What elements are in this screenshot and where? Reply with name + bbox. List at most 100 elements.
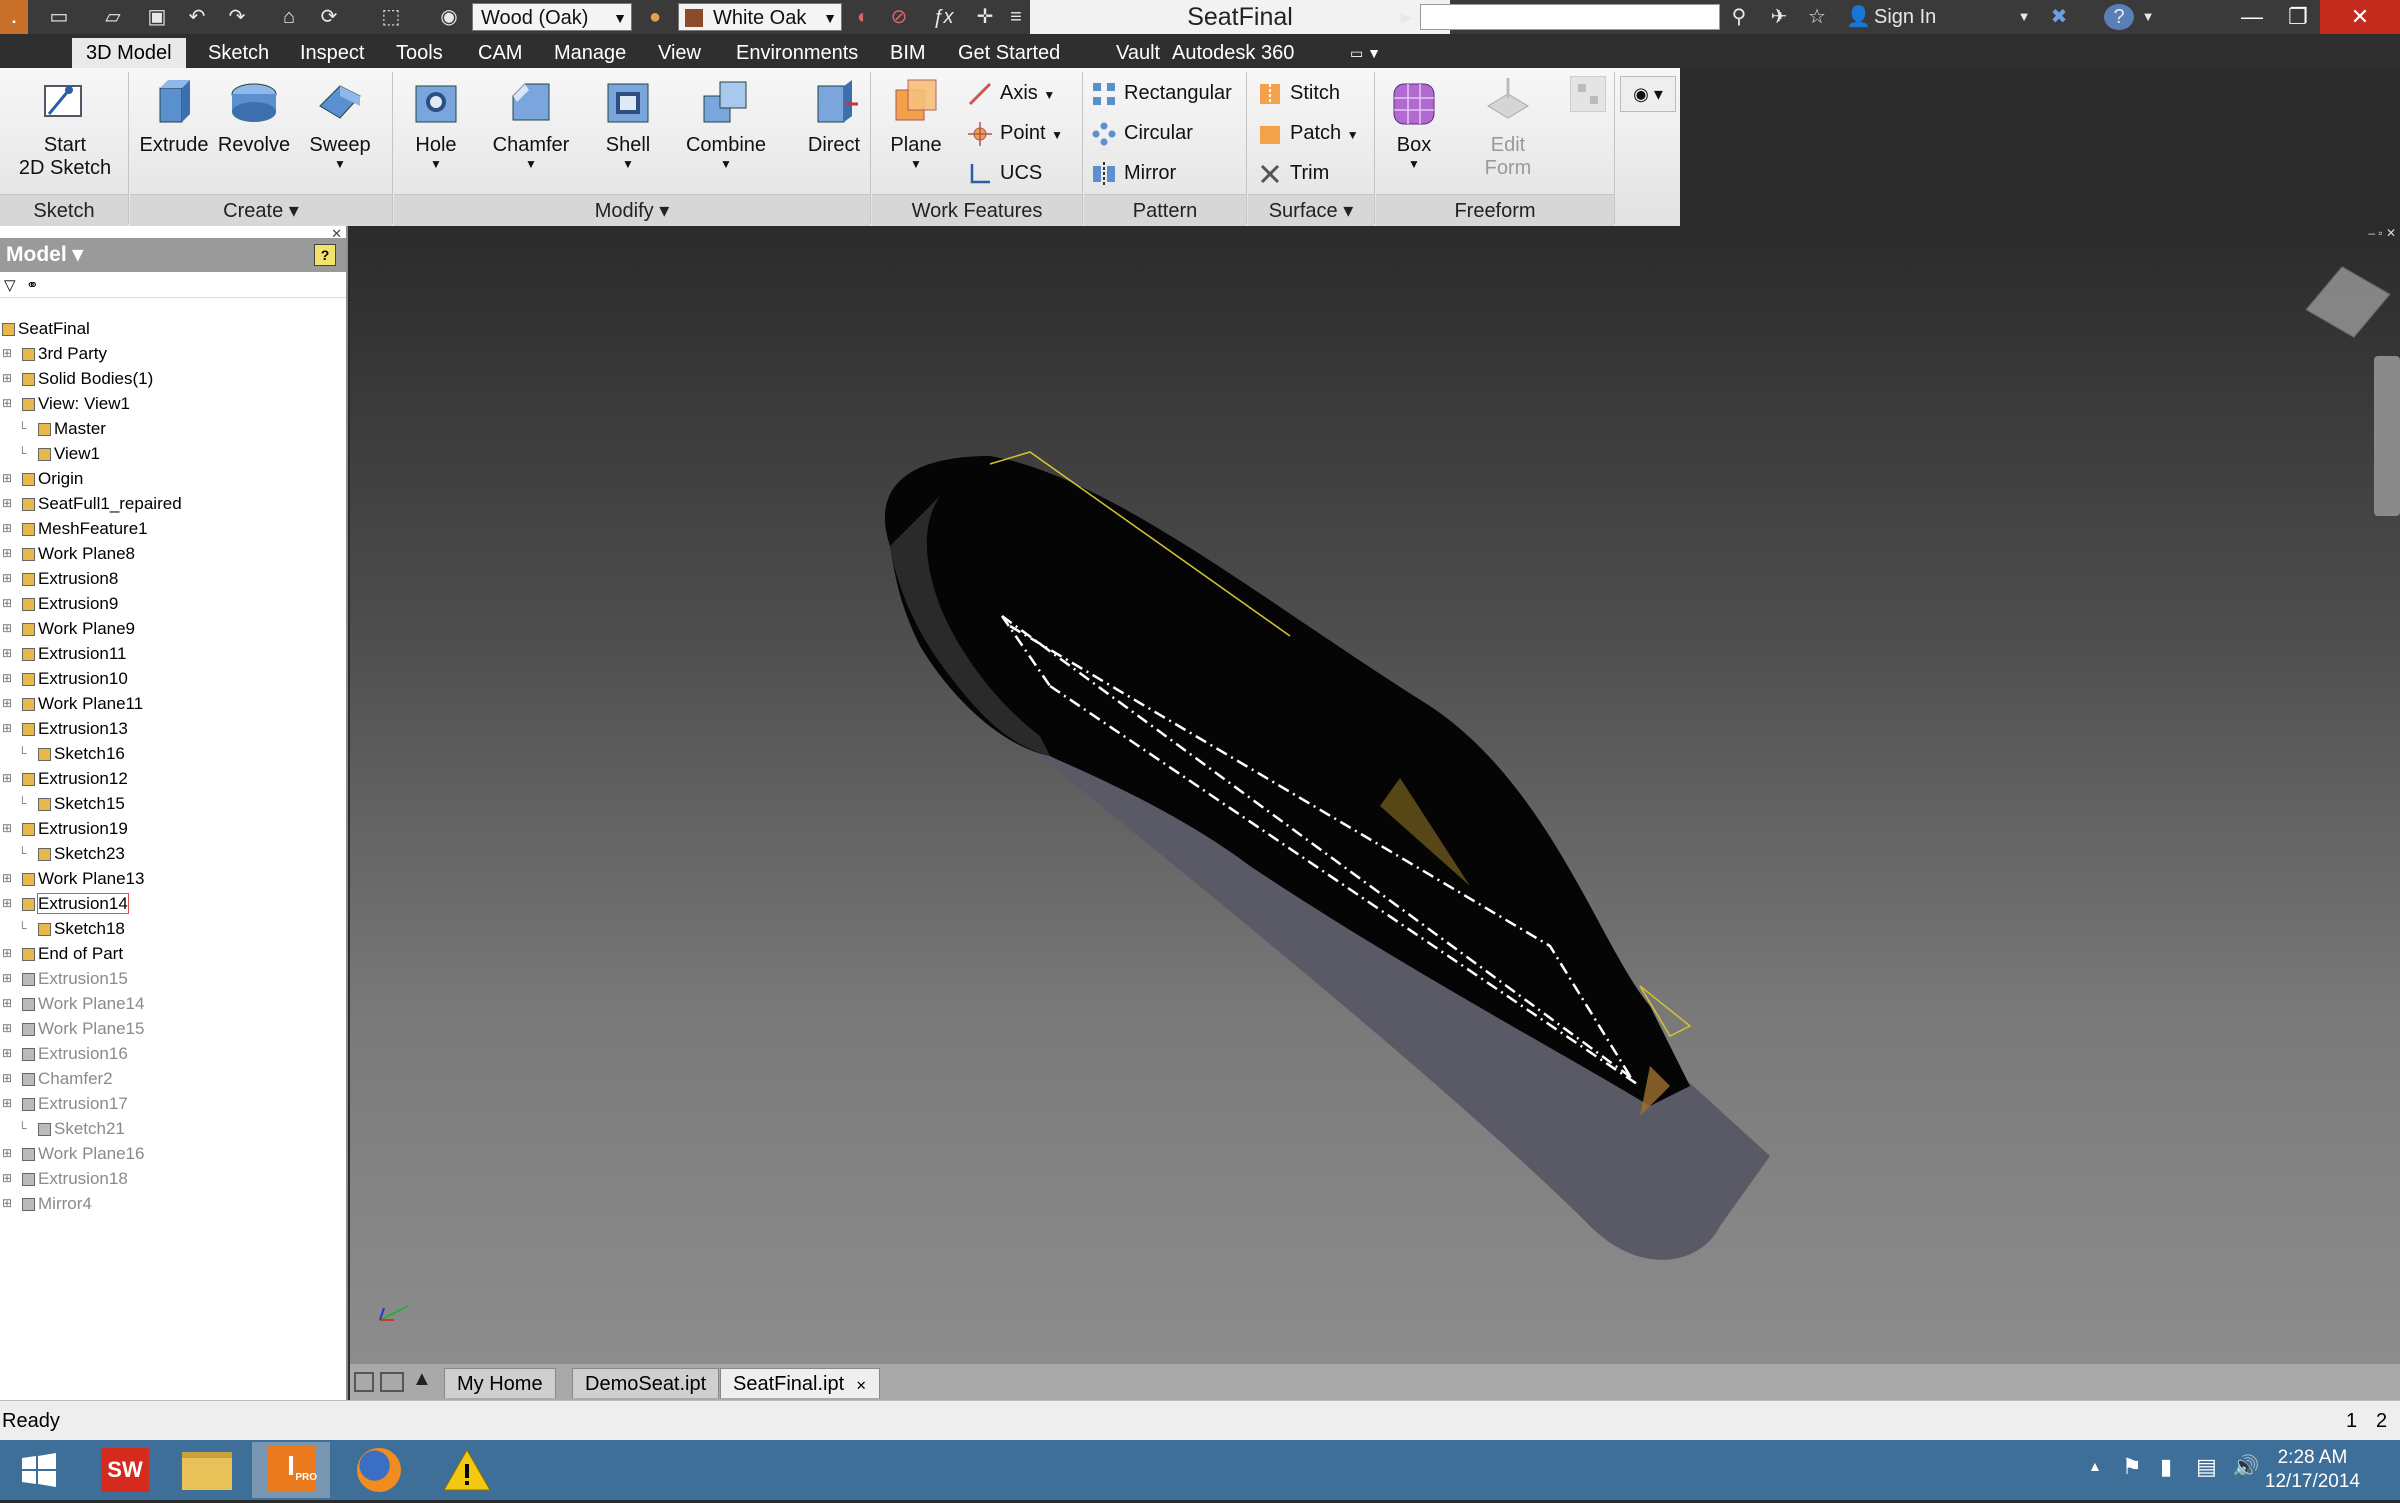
browser-node[interactable]: └ Sketch21 xyxy=(18,1116,125,1141)
help-icon[interactable]: ? xyxy=(314,244,336,266)
expand-toggle-icon[interactable]: ⊞ xyxy=(2,716,12,741)
browser-node[interactable]: ⊞ Extrusion9 xyxy=(2,591,118,616)
browser-node[interactable]: ⊞ Work Plane15 xyxy=(2,1016,144,1041)
doc-tab-demoseat[interactable]: DemoSeat.ipt xyxy=(572,1368,720,1398)
expand-toggle-icon[interactable]: ⊞ xyxy=(2,566,12,591)
ribbon-dropdown-button[interactable]: ◉ ▾ xyxy=(1620,76,1676,112)
expand-toggle-icon[interactable]: ⊞ xyxy=(2,941,12,966)
extrude-button[interactable]: Extrude xyxy=(134,76,214,157)
help-search-input[interactable] xyxy=(1420,4,1720,30)
grid-windows-icon[interactable] xyxy=(380,1372,404,1392)
browser-node[interactable]: ⊞ MeshFeature1 xyxy=(2,516,148,541)
network-icon[interactable]: ▤ xyxy=(2196,1454,2217,1480)
chevron-down-icon[interactable]: ▼ xyxy=(678,157,774,171)
chevron-down-icon[interactable]: ▼ xyxy=(1051,128,1063,142)
browser-node[interactable]: ⊞ Extrusion10 xyxy=(2,666,128,691)
expand-toggle-icon[interactable]: ⊞ xyxy=(2,1141,12,1166)
chevron-down-icon[interactable]: ▼ xyxy=(588,157,668,171)
expand-toggle-icon[interactable]: ⊞ xyxy=(2,766,12,791)
solidworks-taskbar-icon[interactable]: SW xyxy=(86,1442,164,1498)
patch-button[interactable]: Patch ▼ xyxy=(1258,118,1359,148)
color-wheel-icon[interactable]: ◉ xyxy=(434,4,464,30)
customize-icon[interactable]: ≡ xyxy=(1006,4,1026,30)
start-button[interactable] xyxy=(0,1442,78,1498)
plus-icon[interactable]: ✛ xyxy=(970,4,1000,30)
expand-toggle-icon[interactable]: └ xyxy=(18,791,27,816)
expand-toggle-icon[interactable]: └ xyxy=(18,741,27,766)
graphics-viewport[interactable]: – ▫ ✕ xyxy=(350,226,2400,1364)
plane-button[interactable]: Plane ▼ xyxy=(876,76,956,171)
tab-cam[interactable]: CAM xyxy=(464,38,536,68)
show-hidden-icons[interactable]: ▲ xyxy=(2088,1458,2102,1474)
browser-node[interactable]: ⊞ Extrusion19 xyxy=(2,816,128,841)
browser-node[interactable]: └ Sketch23 xyxy=(18,841,125,866)
expand-toggle-icon[interactable]: ⊞ xyxy=(2,641,12,666)
expand-toggle-icon[interactable]: ⊞ xyxy=(2,1091,12,1116)
power-icon[interactable]: ▮ xyxy=(2160,1454,2172,1480)
tab-menu-icon[interactable]: ▲ xyxy=(412,1368,432,1391)
browser-node[interactable]: ⊞ Work Plane9 xyxy=(2,616,135,641)
clear-appearance-icon[interactable]: ⊘ xyxy=(884,4,914,30)
browser-node[interactable]: ⊞ 3rd Party xyxy=(2,341,107,366)
tab-bim[interactable]: BIM xyxy=(876,38,940,68)
chevron-down-icon[interactable]: ▼ xyxy=(2014,4,2034,30)
expand-toggle-icon[interactable]: ⊞ xyxy=(2,816,12,841)
browser-node[interactable]: ⊞ Mirror4 xyxy=(2,1191,92,1216)
edit-form-button[interactable]: Edit Form xyxy=(1476,76,1540,180)
close-tab-icon[interactable]: ✕ xyxy=(856,1378,867,1393)
chevron-down-icon[interactable]: ▼ xyxy=(300,157,380,171)
search-expand-icon[interactable]: ▶ xyxy=(1396,4,1416,30)
box-button[interactable]: Box ▼ xyxy=(1382,76,1446,171)
browser-node[interactable]: ⊞ Extrusion18 xyxy=(2,1166,128,1191)
expand-toggle-icon[interactable]: ⊞ xyxy=(2,391,12,416)
material-dropdown[interactable]: Wood (Oak) ▼ xyxy=(472,3,632,31)
expand-toggle-icon[interactable]: ⊞ xyxy=(2,466,12,491)
expand-toggle-icon[interactable]: └ xyxy=(18,416,27,441)
tab-autodesk-360[interactable]: Autodesk 360 xyxy=(1158,38,1308,68)
browser-node[interactable]: ⊞ Extrusion15 xyxy=(2,966,128,991)
navigation-bar[interactable] xyxy=(2374,356,2400,516)
browser-node[interactable]: ⊞ Extrusion11 xyxy=(2,641,127,666)
browser-node[interactable]: └ Sketch15 xyxy=(18,791,125,816)
viewport-window-controls[interactable]: – ▫ ✕ xyxy=(2368,226,2396,240)
expand-toggle-icon[interactable]: ⊞ xyxy=(2,591,12,616)
doc-tab-my-home[interactable]: My Home xyxy=(444,1368,556,1398)
browser-node[interactable]: ⊞ Extrusion16 xyxy=(2,1041,128,1066)
chevron-down-icon[interactable]: ▼ xyxy=(1043,88,1055,102)
expand-toggle-icon[interactable]: ⊞ xyxy=(2,1016,12,1041)
expand-toggle-icon[interactable]: └ xyxy=(18,916,27,941)
search-icon[interactable]: ⚲ xyxy=(1724,4,1754,30)
close-button[interactable]: ✕ xyxy=(2320,0,2400,34)
browser-header[interactable]: Model ▾ ? xyxy=(0,238,346,272)
expand-toggle-icon[interactable]: └ xyxy=(18,441,27,466)
browser-node[interactable]: ⊞ Origin xyxy=(2,466,83,491)
find-icon[interactable]: ⚭ xyxy=(26,276,39,294)
direct-button[interactable]: Direct xyxy=(794,76,874,157)
tab-environments[interactable]: Environments xyxy=(722,38,872,68)
tab-tools[interactable]: Tools xyxy=(382,38,457,68)
expand-toggle-icon[interactable]: ⊞ xyxy=(2,516,12,541)
expand-toggle-icon[interactable]: ⊞ xyxy=(2,341,12,366)
star-icon[interactable]: ☆ xyxy=(1802,4,1832,30)
chevron-down-icon[interactable]: ▼ xyxy=(876,157,956,171)
exchange-icon[interactable]: ✖ xyxy=(2044,4,2074,30)
tab-view[interactable]: View xyxy=(644,38,715,68)
browser-node[interactable]: ⊞ Extrusion14 xyxy=(2,891,129,916)
inventor-taskbar-icon[interactable]: I PRO xyxy=(252,1442,330,1498)
expand-toggle-icon[interactable]: ⊞ xyxy=(2,891,12,916)
browser-node[interactable]: ⊞ Chamfer2 xyxy=(2,1066,113,1091)
chevron-down-icon[interactable]: ▼ xyxy=(1382,157,1446,171)
firefox-taskbar-icon[interactable] xyxy=(340,1442,418,1498)
adjust-icon[interactable]: ◐ xyxy=(848,4,878,30)
browser-node[interactable]: ⊞ Extrusion12 xyxy=(2,766,128,791)
browser-node[interactable]: ⊞ Work Plane14 xyxy=(2,991,144,1016)
browser-node[interactable]: ⊞ Work Plane16 xyxy=(2,1141,144,1166)
browser-node[interactable]: └ Sketch18 xyxy=(18,916,125,941)
extra-tools-button[interactable] xyxy=(1570,76,1606,112)
browser-node[interactable]: SeatFinal xyxy=(2,316,90,341)
chamfer-button[interactable]: Chamfer ▼ xyxy=(486,76,576,171)
start-2d-sketch-button[interactable]: Start 2D Sketch xyxy=(10,76,120,180)
browser-node[interactable]: ⊞ Work Plane11 xyxy=(2,691,143,716)
browser-node[interactable]: └ Master xyxy=(18,416,106,441)
tab-sketch[interactable]: Sketch xyxy=(194,38,283,68)
